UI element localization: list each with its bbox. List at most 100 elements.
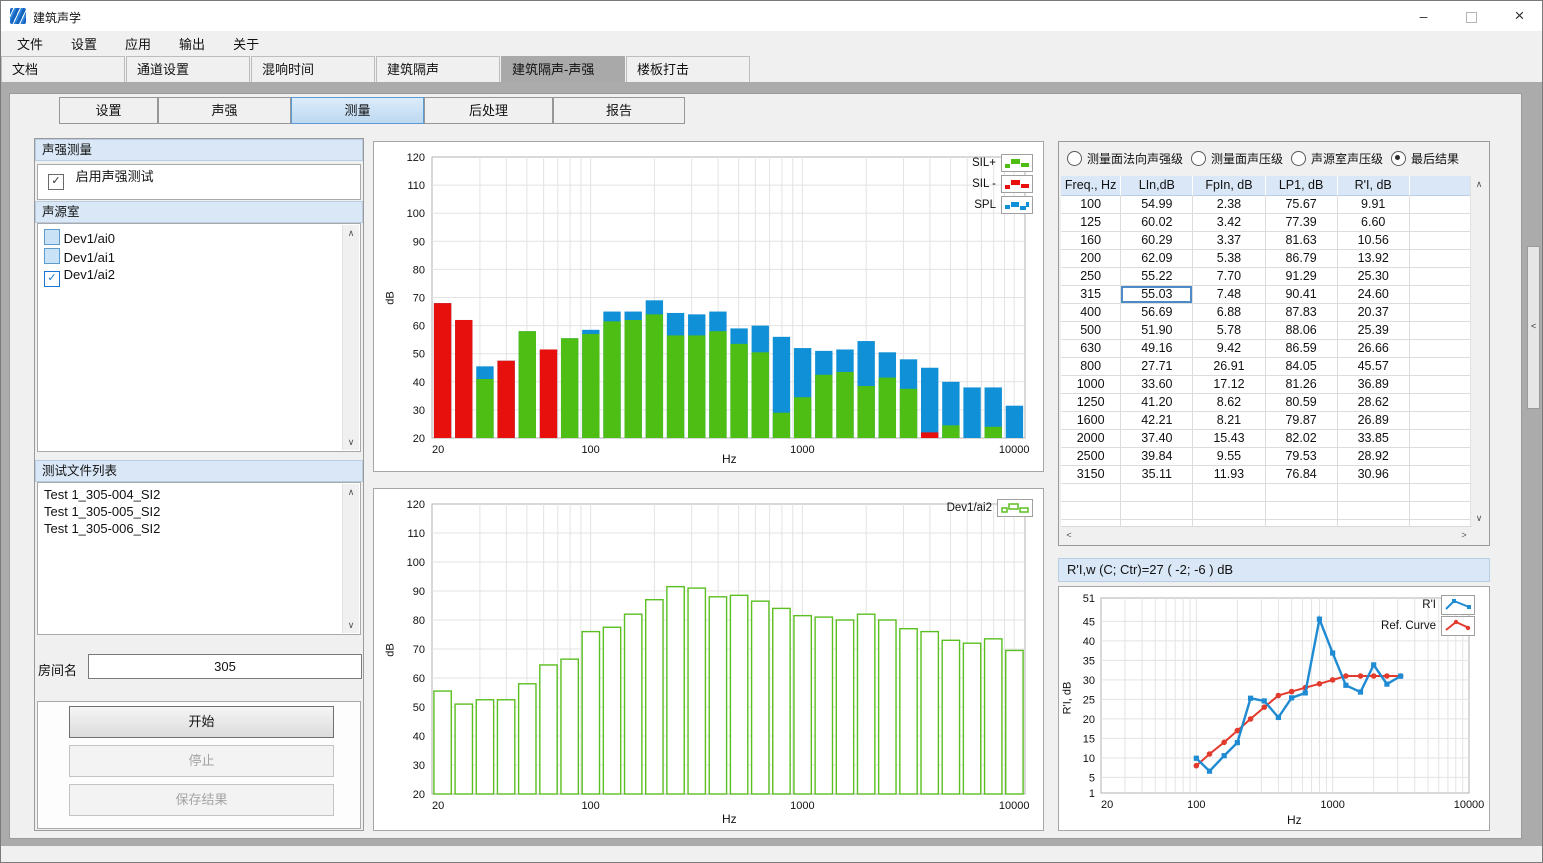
minimize-button[interactable]: – bbox=[1401, 1, 1446, 31]
table-cell[interactable]: 90.41 bbox=[1266, 286, 1338, 304]
table-cell[interactable]: 51.90 bbox=[1121, 322, 1193, 340]
table-cell[interactable]: 88.06 bbox=[1266, 322, 1338, 340]
table-cell[interactable] bbox=[1061, 502, 1121, 520]
table-cell[interactable]: 800 bbox=[1061, 358, 1121, 376]
table-cell[interactable]: 77.39 bbox=[1266, 214, 1338, 232]
table-cell[interactable]: 2500 bbox=[1061, 448, 1121, 466]
channel-item[interactable]: Dev1/ai1 bbox=[38, 247, 360, 266]
radio-normal-intensity-level[interactable] bbox=[1067, 151, 1082, 166]
table-cell[interactable]: 55.03 bbox=[1121, 286, 1193, 304]
table-cell[interactable]: 86.79 bbox=[1266, 250, 1338, 268]
table-cell[interactable]: 6.60 bbox=[1338, 214, 1410, 232]
table-cell[interactable]: 20.37 bbox=[1338, 304, 1410, 322]
table-cell[interactable]: 1250 bbox=[1061, 394, 1121, 412]
channel-checkbox[interactable]: ✓ bbox=[44, 271, 60, 287]
table-cell[interactable]: 87.83 bbox=[1266, 304, 1338, 322]
table-cell[interactable]: 500 bbox=[1061, 322, 1121, 340]
table-cell[interactable]: 25.39 bbox=[1338, 322, 1410, 340]
table-cell[interactable]: 11.93 bbox=[1193, 466, 1265, 484]
table-cell[interactable]: 80.59 bbox=[1266, 394, 1338, 412]
table-cell[interactable]: 27.71 bbox=[1121, 358, 1193, 376]
table-cell[interactable] bbox=[1410, 268, 1472, 286]
table-cell[interactable]: 42.21 bbox=[1121, 412, 1193, 430]
table-cell[interactable]: 6.88 bbox=[1193, 304, 1265, 322]
table-cell[interactable] bbox=[1410, 304, 1472, 322]
table-cell[interactable]: 54.99 bbox=[1121, 196, 1193, 214]
column-header[interactable]: Freq., Hz bbox=[1061, 176, 1121, 196]
table-cell[interactable]: 79.53 bbox=[1266, 448, 1338, 466]
scroll-down-icon[interactable]: ∨ bbox=[1471, 510, 1487, 526]
channel-item[interactable]: Dev1/ai0 bbox=[38, 228, 360, 247]
table-cell[interactable] bbox=[1410, 448, 1472, 466]
table-cell[interactable]: 26.89 bbox=[1338, 412, 1410, 430]
table-cell[interactable]: 8.21 bbox=[1193, 412, 1265, 430]
table-cell[interactable]: 36.89 bbox=[1338, 376, 1410, 394]
table-cell[interactable] bbox=[1266, 484, 1338, 502]
channel-checkbox[interactable] bbox=[44, 229, 60, 245]
table-cell[interactable]: 60.02 bbox=[1121, 214, 1193, 232]
table-vscrollbar[interactable]: ∧ ∨ bbox=[1470, 176, 1487, 526]
menu-file[interactable]: 文件 bbox=[5, 31, 55, 56]
subtab-postprocess[interactable]: 后处理 bbox=[424, 97, 553, 124]
scroll-right-icon[interactable]: > bbox=[1456, 527, 1472, 543]
table-cell[interactable]: 41.20 bbox=[1121, 394, 1193, 412]
table-cell[interactable]: 76.84 bbox=[1266, 466, 1338, 484]
table-cell[interactable]: 84.05 bbox=[1266, 358, 1338, 376]
table-cell[interactable]: 7.48 bbox=[1193, 286, 1265, 304]
scroll-down-icon[interactable]: ∨ bbox=[343, 434, 359, 450]
table-cell[interactable]: 250 bbox=[1061, 268, 1121, 286]
table-cell[interactable] bbox=[1410, 376, 1472, 394]
table-cell[interactable]: 26.91 bbox=[1193, 358, 1265, 376]
channel-checkbox[interactable] bbox=[44, 248, 60, 264]
table-cell[interactable]: 60.29 bbox=[1121, 232, 1193, 250]
table-cell[interactable]: 28.62 bbox=[1338, 394, 1410, 412]
stop-button[interactable]: 停止 bbox=[69, 745, 334, 777]
table-cell[interactable] bbox=[1121, 502, 1193, 520]
table-cell[interactable]: 5.78 bbox=[1193, 322, 1265, 340]
maximize-button[interactable] bbox=[1449, 1, 1494, 31]
table-cell[interactable]: 82.02 bbox=[1266, 430, 1338, 448]
list-item[interactable]: Test 1_305-005_SI2 bbox=[38, 503, 360, 520]
column-header[interactable]: LP1, dB bbox=[1266, 176, 1338, 196]
list-item[interactable]: Test 1_305-006_SI2 bbox=[38, 520, 360, 537]
table-cell[interactable]: 49.16 bbox=[1121, 340, 1193, 358]
table-cell[interactable] bbox=[1410, 430, 1472, 448]
table-cell[interactable] bbox=[1121, 484, 1193, 502]
table-cell[interactable] bbox=[1410, 340, 1472, 358]
table-cell[interactable]: 1600 bbox=[1061, 412, 1121, 430]
table-cell[interactable]: 15.43 bbox=[1193, 430, 1265, 448]
table-cell[interactable]: 39.84 bbox=[1121, 448, 1193, 466]
table-cell[interactable]: 200 bbox=[1061, 250, 1121, 268]
table-cell[interactable] bbox=[1410, 196, 1472, 214]
table-cell[interactable] bbox=[1061, 484, 1121, 502]
table-cell[interactable]: 26.66 bbox=[1338, 340, 1410, 358]
table-cell[interactable]: 37.40 bbox=[1121, 430, 1193, 448]
subtab-intensity[interactable]: 声强 bbox=[158, 97, 291, 124]
table-cell[interactable]: 30.96 bbox=[1338, 466, 1410, 484]
table-hscrollbar[interactable]: < > bbox=[1061, 526, 1472, 543]
table-cell[interactable]: 56.69 bbox=[1121, 304, 1193, 322]
table-cell[interactable]: 9.42 bbox=[1193, 340, 1265, 358]
file-list-scrollbar[interactable]: ∧ ∨ bbox=[342, 484, 359, 633]
menu-settings[interactable]: 设置 bbox=[59, 31, 109, 56]
scroll-down-icon[interactable]: ∨ bbox=[343, 617, 359, 633]
table-cell[interactable]: 55.22 bbox=[1121, 268, 1193, 286]
column-header[interactable]: FpIn, dB bbox=[1193, 176, 1265, 196]
table-cell[interactable]: 13.92 bbox=[1338, 250, 1410, 268]
table-cell[interactable] bbox=[1410, 394, 1472, 412]
tab-reverb-time[interactable]: 混响时间 bbox=[251, 56, 375, 83]
table-cell[interactable]: 7.70 bbox=[1193, 268, 1265, 286]
table-cell[interactable]: 10.56 bbox=[1338, 232, 1410, 250]
table-cell[interactable]: 2000 bbox=[1061, 430, 1121, 448]
table-cell[interactable]: 125 bbox=[1061, 214, 1121, 232]
channel-list-scrollbar[interactable]: ∧ ∨ bbox=[342, 225, 359, 450]
table-cell[interactable]: 8.62 bbox=[1193, 394, 1265, 412]
table-cell[interactable] bbox=[1410, 502, 1472, 520]
tab-channel-setup[interactable]: 通道设置 bbox=[126, 56, 250, 83]
table-cell[interactable]: 62.09 bbox=[1121, 250, 1193, 268]
table-cell[interactable]: 45.57 bbox=[1338, 358, 1410, 376]
table-cell[interactable] bbox=[1410, 466, 1472, 484]
column-header[interactable]: LIn,dB bbox=[1121, 176, 1193, 196]
table-cell[interactable] bbox=[1410, 250, 1472, 268]
table-cell[interactable]: 33.85 bbox=[1338, 430, 1410, 448]
